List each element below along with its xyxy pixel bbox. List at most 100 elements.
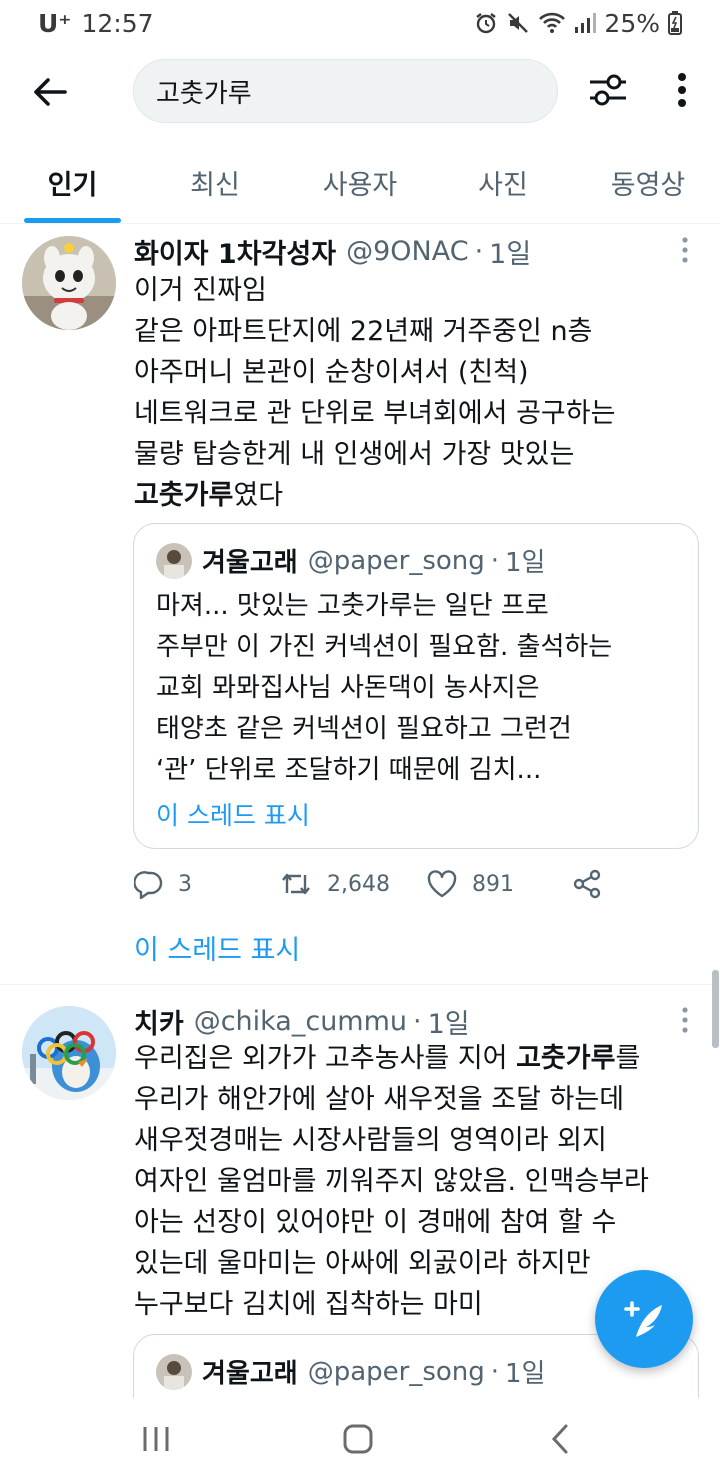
clock: 12:57 (81, 8, 154, 38)
quote-line: 주부만 이 가진 커넥션이 필요함. 출석하는 (156, 632, 613, 662)
search-header: 고춧가루 (0, 46, 720, 136)
quote-author-handle: @paper_song (307, 1356, 485, 1387)
search-input[interactable]: 고춧가루 (133, 59, 558, 123)
home-button[interactable] (328, 1414, 388, 1464)
search-filter-button[interactable] (584, 66, 632, 114)
share-button[interactable] (572, 864, 602, 904)
divider (0, 984, 720, 985)
status-icons: 25% (474, 9, 682, 38)
author-name[interactable]: 치카 (134, 1002, 184, 1041)
search-tabs: 인기 최신 사용자 사진 동영상 (0, 140, 720, 224)
tweet-line-rest: 였다 (233, 480, 284, 511)
like-count: 891 (472, 871, 514, 897)
quote-text: 마져... 맛있는 고춧가루는 일단 프로 주부만 이 가진 커넥션이 필요함.… (156, 586, 686, 791)
tweet-line-end: 를 (615, 1043, 641, 1074)
quote-header: 겨울고래 @paper_song · 1일 (156, 542, 545, 579)
tweet-line: 우리집은 외가가 고추농사를 지어 고춧가루를 (134, 1038, 704, 1079)
separator-dot: · (474, 236, 484, 267)
quote-show-thread-link[interactable]: 이 스레드 표시 (156, 796, 310, 832)
reply-count: 3 (178, 871, 192, 897)
tweet-line: 아주머니 본관이 순창이셔서 (친척) (134, 357, 529, 388)
retweet-button[interactable]: 2,648 (279, 864, 390, 904)
quote-header: 겨울고래 @paper_song · 1일 (156, 1353, 545, 1390)
separator-dot: · (413, 1006, 422, 1037)
reply-button[interactable]: 3 (134, 864, 192, 904)
battery-icon (668, 11, 682, 35)
status-bar: U⁺ 12:57 25% (0, 0, 720, 46)
avatar[interactable] (22, 1006, 116, 1100)
tab-indicator (24, 218, 121, 223)
tweet-menu-button[interactable] (670, 1000, 700, 1040)
quote-author-handle: @paper_song (307, 545, 485, 576)
recent-apps-icon (143, 1427, 169, 1451)
carrier-label: U⁺ (38, 8, 72, 38)
mute-icon (506, 11, 530, 35)
avatar[interactable] (22, 236, 116, 330)
retweet-count: 2,648 (327, 871, 390, 897)
tab-popular[interactable]: 인기 (24, 140, 121, 224)
vertical-dots-icon (678, 73, 686, 107)
author-name[interactable]: 화이자 1차각성자 (134, 232, 336, 271)
tweet-line: 이거 진짜임 (134, 275, 267, 306)
home-icon (343, 1424, 373, 1454)
wifi-icon (538, 11, 566, 35)
tweet-line-start: 우리집은 외가가 고추농사를 지어 (134, 1043, 517, 1074)
search-query: 고춧가루 (156, 78, 252, 109)
tweet[interactable]: 화이자 1차각성자 @9ONAC · 1일 이거 진짜임 같은 아파트단지에 2… (0, 224, 720, 984)
like-button[interactable]: 891 (426, 864, 514, 904)
arrow-left-icon (34, 78, 67, 106)
tweet-text: 이거 진짜임 같은 아파트단지에 22년째 거주중인 n층 아주머니 본관이 순… (134, 270, 694, 516)
quote-time: 1일 (505, 548, 546, 578)
tweet-line: 여자인 울엄마를 끼워주지 않았음. 인맥승부라 (134, 1166, 649, 1197)
scrollbar-thumb[interactable] (712, 970, 719, 1048)
tab-people[interactable]: 사용자 (304, 140, 416, 224)
tweet-line: 네트워크로 관 단위로 부녀회에서 공구하는 (134, 398, 616, 429)
quote-line: 교회 뫄뫄집사님 사돈댁이 농사지은 (156, 673, 540, 703)
reply-icon (134, 871, 163, 899)
quote-line: 태양초 같은 커넥션이 필요하고 그런건 (156, 714, 572, 744)
compose-tweet-button[interactable] (595, 1270, 693, 1368)
feather-plus-icon (624, 1301, 662, 1337)
system-back-button[interactable] (530, 1414, 590, 1464)
tweet-line: 아는 선장이 있어야만 이 경매에 참여 할 수 (134, 1207, 617, 1238)
quote-author-name: 겨울고래 (202, 1359, 298, 1389)
tweet-actions: 3 2,648 891 (134, 864, 694, 904)
back-button[interactable] (26, 68, 74, 116)
system-nav-bar (0, 1398, 720, 1480)
tab-photos[interactable]: 사진 (456, 140, 550, 224)
tweet-line: 새우젓경매는 시장사람들의 영역이라 외지 (134, 1125, 607, 1156)
tweet-menu-button[interactable] (670, 230, 700, 270)
retweet-icon (282, 873, 310, 895)
heart-icon (427, 870, 457, 898)
signal-icon (574, 12, 597, 34)
sliders-icon (590, 74, 626, 106)
quote-avatar (156, 1353, 192, 1390)
tweet-header: 화이자 1차각성자 @9ONAC · 1일 (134, 232, 531, 271)
tweet-header: 치카 @chika_cummu · 1일 (134, 1002, 470, 1041)
more-options-button[interactable] (658, 66, 706, 114)
author-handle[interactable]: @9ONAC (346, 236, 468, 267)
tab-latest[interactable]: 최신 (168, 140, 262, 224)
recent-apps-button[interactable] (126, 1414, 186, 1464)
separator-dot: · (490, 545, 500, 576)
tweet-line: 고춧가루였다 (134, 475, 694, 516)
search-highlight: 고춧가루 (516, 1043, 616, 1074)
quoted-tweet[interactable]: 겨울고래 @paper_song · 1일 마져... 맛있는 고춧가루는 일단… (133, 523, 699, 849)
author-handle[interactable]: @chika_cummu (194, 1006, 407, 1037)
chevron-left-icon (551, 1424, 568, 1454)
share-icon (573, 869, 601, 899)
tweet-line: 우리가 해안가에 살아 새우젓을 조달 하는데 (134, 1084, 625, 1115)
tweet-line: 같은 아파트단지에 22년째 거주중인 n층 (134, 316, 593, 347)
alarm-icon (474, 11, 498, 35)
tweet-time[interactable]: 1일 (489, 232, 531, 271)
tab-videos[interactable]: 동영상 (592, 140, 704, 224)
tweet-time[interactable]: 1일 (428, 1002, 470, 1041)
separator-dot: · (490, 1356, 500, 1387)
quote-author-name: 겨울고래 (202, 548, 298, 578)
tweet-line: 물량 탑승한게 내 인생에서 가장 맛있는 (134, 439, 575, 470)
vertical-dots-icon (682, 237, 688, 263)
quote-line: 마져... 맛있는 고춧가루는 일단 프로 (156, 591, 549, 621)
quote-time: 1일 (505, 1359, 546, 1389)
show-thread-link[interactable]: 이 스레드 표시 (134, 928, 300, 967)
quote-avatar (156, 542, 192, 579)
